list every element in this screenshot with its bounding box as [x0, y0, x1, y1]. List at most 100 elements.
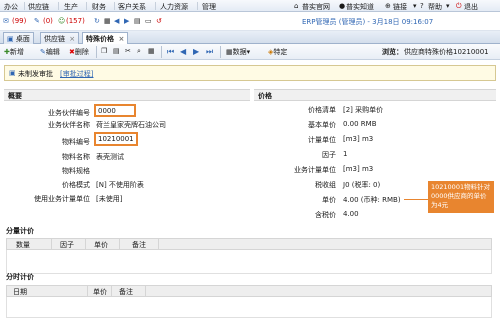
contacts-icon[interactable]: ☺	[58, 17, 65, 25]
tab-supply-chain[interactable]: 供应链 ×	[40, 32, 80, 44]
menu-hr[interactable]: 人力资源	[160, 2, 188, 12]
close-icon[interactable]: ×	[118, 35, 124, 43]
last-record-icon[interactable]: ⏭	[206, 48, 213, 56]
menu-production[interactable]: 生产	[64, 2, 78, 12]
material-code-field[interactable]: 10210001	[94, 132, 138, 146]
summary-section-header: 概要	[4, 89, 250, 101]
close-icon[interactable]: ×	[69, 35, 75, 43]
message-icon[interactable]: ✎	[34, 17, 40, 25]
document-icon[interactable]: ▭	[145, 17, 152, 25]
data-label: 数据	[232, 48, 247, 56]
copy-icon[interactable]: ❐	[101, 47, 107, 55]
chevron-down-icon: ▾	[246, 48, 251, 56]
annotation-callout: 10210001物料针对0000供应商的单价为4元	[428, 181, 494, 213]
first-record-icon[interactable]: ⏮	[167, 48, 174, 56]
paste-icon[interactable]: ▤	[113, 47, 120, 55]
refresh-icon[interactable]: ↻	[94, 17, 100, 25]
calendar-icon[interactable]: ▦	[104, 17, 111, 25]
switch-icon[interactable]: ↺	[156, 17, 162, 25]
help-icon: ?	[420, 2, 424, 10]
task-count[interactable]: (157)	[66, 17, 85, 25]
menu-admin[interactable]: 管理	[202, 2, 216, 12]
user-info: ERP管理员 (管理员) - 3月18日 09:16:07	[302, 18, 434, 26]
business-uom-value: [m3] m3	[343, 165, 374, 173]
col-unit-price: 单价	[93, 288, 107, 296]
col-factor: 因子	[60, 241, 74, 249]
delete-button[interactable]: ✖删除	[69, 47, 89, 57]
col-remark: 备注	[119, 288, 133, 296]
factor-value: 1	[343, 150, 348, 158]
edit-button[interactable]: ✎编辑	[40, 47, 60, 57]
menu-official-site[interactable]: 普实官网	[302, 2, 330, 12]
print-preview-icon[interactable]: ▦	[148, 47, 155, 55]
delete-label: 删除	[74, 48, 89, 56]
timed-pricing-header: 日期 单价 备注	[6, 285, 492, 297]
dropdown-arrow-icon: ▾	[413, 2, 417, 10]
find-icon[interactable]: ⌕	[137, 47, 141, 56]
material-name-label: 物料名称	[62, 153, 90, 161]
cut-icon[interactable]: ✂	[125, 47, 131, 55]
tax-group-label: 税收组	[315, 181, 336, 189]
partner-code-field[interactable]: 0000	[94, 104, 136, 117]
forward-icon[interactable]: ▶	[124, 17, 129, 25]
unit-price-label: 单价	[322, 196, 336, 204]
message-count[interactable]: (0)	[43, 17, 53, 25]
tax-incl-price-label: 含税价	[315, 211, 336, 219]
special-button[interactable]: ◈特定	[268, 47, 287, 57]
material-code-label: 物料编号	[62, 138, 90, 146]
menu-crm[interactable]: 客户关系	[118, 2, 146, 12]
tab-desktop[interactable]: ▣ 桌面	[3, 32, 34, 44]
col-date: 日期	[13, 288, 27, 296]
business-unit-label: 使用业务计量单位	[34, 195, 90, 203]
material-name-value: 表壳测试	[96, 153, 124, 161]
partner-name-label: 业务伙伴名称	[48, 121, 90, 129]
new-button[interactable]: ✚新增	[4, 47, 24, 57]
base-price-label: 基本单价	[308, 121, 336, 129]
home-icon: ⌂	[294, 2, 299, 10]
partner-code-label: 业务伙伴编号	[48, 109, 90, 117]
new-label: 新增	[9, 48, 24, 56]
menu-logout[interactable]: 退出	[464, 2, 478, 12]
col-remark: 备注	[132, 241, 146, 249]
price-list-label: 价格清单	[308, 106, 336, 114]
price-list-value: [2] 采购单价	[343, 106, 384, 114]
tab-label: 特殊价格	[86, 35, 114, 43]
menu-help[interactable]: 帮助	[428, 2, 442, 12]
tax-group-value: J0 (税率: 0)	[343, 181, 381, 189]
next-record-icon[interactable]: ▶	[193, 48, 200, 56]
approval-status-text: 未制发审批	[18, 70, 53, 78]
mail-count[interactable]: (99)	[12, 17, 26, 25]
menu-office[interactable]: 办公	[4, 2, 18, 12]
price-title: 价格	[258, 92, 272, 100]
menu-knowledge[interactable]: 普实知道	[346, 2, 374, 12]
tax-incl-price-value: 4.00	[343, 210, 359, 218]
approval-status-bar: ▣ 未制发审批 [审批过程]	[4, 65, 496, 81]
menu-supply-chain[interactable]: 供应链	[28, 2, 49, 12]
tiered-pricing-header: 数量 因子 单价 备注	[6, 238, 492, 250]
browse-label: 浏览：	[382, 48, 403, 56]
data-menu-button[interactable]: ▦数据▾	[226, 47, 250, 57]
material-spec-label: 物料规格	[62, 167, 90, 175]
link-icon: ⊕	[385, 2, 391, 10]
browse-value: 供应商特殊价格10210001	[404, 48, 489, 56]
summary-title: 概要	[8, 92, 22, 100]
timed-pricing-body	[6, 297, 492, 318]
prev-record-icon[interactable]: ◀	[180, 48, 187, 56]
col-quantity: 数量	[16, 241, 30, 249]
quick-toolbar: ✉ (99) ✎ (0) ☺ (157) ↻ ▦ ◀ ▶ ▤ ▭ ↺ ERP管理…	[0, 12, 500, 31]
special-label: 特定	[273, 48, 288, 56]
tiered-pricing-title: 分量计价	[6, 227, 34, 235]
tab-strip: ▣ 桌面 供应链 × 特殊价格 ×	[0, 31, 500, 45]
back-icon[interactable]: ◀	[114, 17, 119, 25]
menu-links[interactable]: 链接	[393, 2, 407, 12]
mail-icon[interactable]: ✉	[3, 17, 9, 25]
col-unit-price: 单价	[94, 241, 108, 249]
approval-process-link[interactable]: [审批过程]	[60, 69, 93, 79]
logout-icon: ⏻	[456, 2, 462, 10]
menu-finance[interactable]: 财务	[92, 2, 106, 12]
callout-connector	[404, 199, 428, 200]
price-mode-label: 价格模式	[62, 181, 90, 189]
dropdown-arrow-icon: ▾	[446, 2, 450, 10]
price-mode-value: [N] 不使用阶表	[96, 181, 144, 189]
print-icon[interactable]: ▤	[134, 17, 141, 25]
